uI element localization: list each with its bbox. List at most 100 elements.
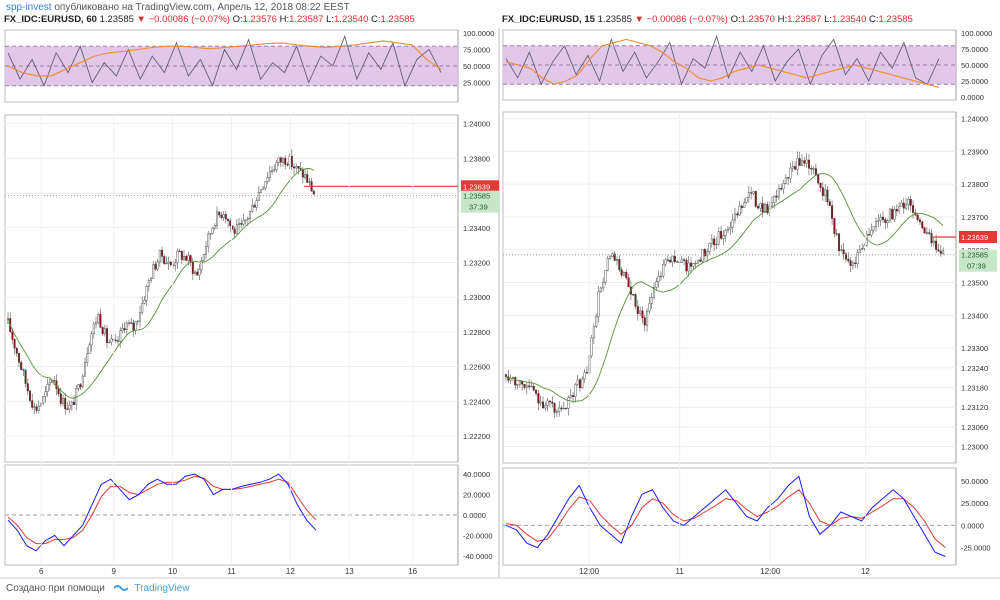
left-candle — [249, 211, 252, 219]
charts-canvas[interactable]: 100.000075.000050.000025.00001.240001.23… — [0, 0, 1000, 600]
right-candle — [798, 158, 801, 166]
right-candle — [710, 238, 713, 244]
right-candle — [648, 303, 651, 312]
right-price-tick: 1.23060 — [961, 423, 988, 432]
right-candle — [939, 251, 942, 254]
right-candle — [504, 374, 508, 377]
right-price-tick: 1.23700 — [961, 213, 988, 222]
left-candle — [295, 166, 298, 169]
footer-brand-link[interactable]: TradingView — [134, 583, 189, 594]
left-countdown-label: 37:39 — [469, 203, 488, 212]
left-candle — [106, 328, 108, 343]
left-candle — [101, 327, 104, 335]
right-candle — [868, 234, 871, 236]
right-candle — [535, 389, 538, 394]
right-candle — [909, 199, 912, 206]
left-candle — [147, 280, 150, 287]
right-candle — [838, 233, 841, 251]
left-candle — [308, 181, 311, 183]
right-candle — [773, 195, 776, 203]
right-candle — [757, 206, 760, 209]
right-candle — [886, 220, 889, 223]
right-price-tick: 1.23400 — [961, 311, 988, 320]
right-price-tick: 1.23300 — [961, 344, 988, 353]
left-price-tick: 1.23400 — [463, 224, 490, 233]
left-candle — [284, 157, 287, 165]
right-candle — [572, 395, 575, 397]
left-candle — [174, 262, 177, 266]
left-candle — [42, 396, 45, 404]
right-candle — [736, 213, 739, 216]
left-candle — [64, 397, 67, 410]
left-close-price-label: 1.23585 — [463, 192, 490, 201]
left-candle — [70, 401, 73, 406]
left-candle — [22, 369, 25, 371]
left-candle — [187, 255, 190, 261]
left-candle — [286, 164, 289, 166]
right-candle — [657, 275, 660, 282]
left-x-tick: 16 — [408, 567, 417, 576]
left-candle — [268, 171, 271, 178]
right-candle — [578, 379, 582, 389]
left-candle — [194, 271, 196, 274]
left-candle — [117, 340, 119, 342]
left-candle — [88, 344, 91, 354]
left-candle — [211, 227, 214, 234]
right-candle — [548, 400, 551, 403]
left-candle — [68, 405, 71, 410]
right-x-tick: 12:00 — [579, 567, 600, 576]
left-candle — [304, 174, 307, 178]
left-x-tick: 9 — [111, 567, 116, 576]
right-candle — [685, 259, 688, 272]
left-candle — [48, 381, 51, 385]
right-candle — [562, 408, 565, 410]
right-candle — [632, 294, 635, 296]
left-candle — [123, 328, 126, 330]
right-candle — [805, 159, 808, 164]
right-candle — [731, 219, 734, 228]
right-candle — [528, 385, 531, 387]
right-candle — [835, 233, 838, 235]
left-candle — [165, 262, 168, 265]
right-candle — [615, 259, 619, 261]
left-osc-tick: 40.0000 — [463, 470, 490, 479]
right-candle — [925, 232, 928, 234]
right-candle — [888, 208, 891, 221]
right-candle — [666, 259, 669, 261]
right-candle — [902, 202, 905, 209]
right-candle — [525, 385, 528, 388]
left-rsi-tick: 50.0000 — [463, 62, 490, 71]
right-candle — [558, 407, 561, 412]
right-price-tick: 1.23500 — [961, 279, 988, 288]
left-candle — [119, 330, 122, 342]
left-candle — [139, 312, 141, 322]
left-price-tick: 1.23200 — [463, 258, 490, 267]
right-candle — [676, 261, 679, 263]
right-candle — [879, 216, 882, 221]
right-candle — [810, 168, 813, 170]
left-candle — [134, 321, 137, 331]
right-candle — [620, 269, 623, 276]
left-price-tick: 1.24000 — [463, 120, 490, 129]
right-candle — [609, 256, 612, 259]
right-candle — [518, 381, 521, 385]
left-x-tick: 6 — [39, 567, 44, 576]
right-candle — [918, 219, 921, 223]
right-candle — [713, 238, 716, 246]
left-candle — [156, 261, 159, 270]
left-candle — [154, 264, 157, 270]
right-candle — [881, 216, 884, 220]
left-rsi-tick: 100.0000 — [463, 29, 494, 38]
right-candle — [877, 219, 880, 222]
right-candle — [764, 204, 767, 213]
left-osc-tick: 0.0000 — [463, 511, 486, 520]
left-x-tick: 11 — [227, 567, 236, 576]
right-candle — [720, 231, 723, 239]
left-candle — [220, 214, 223, 218]
left-candle — [227, 218, 229, 221]
left-candle — [77, 384, 80, 389]
left-candle — [13, 339, 16, 349]
right-candle — [592, 326, 595, 339]
right-candle — [814, 168, 817, 176]
right-candle — [875, 221, 878, 227]
